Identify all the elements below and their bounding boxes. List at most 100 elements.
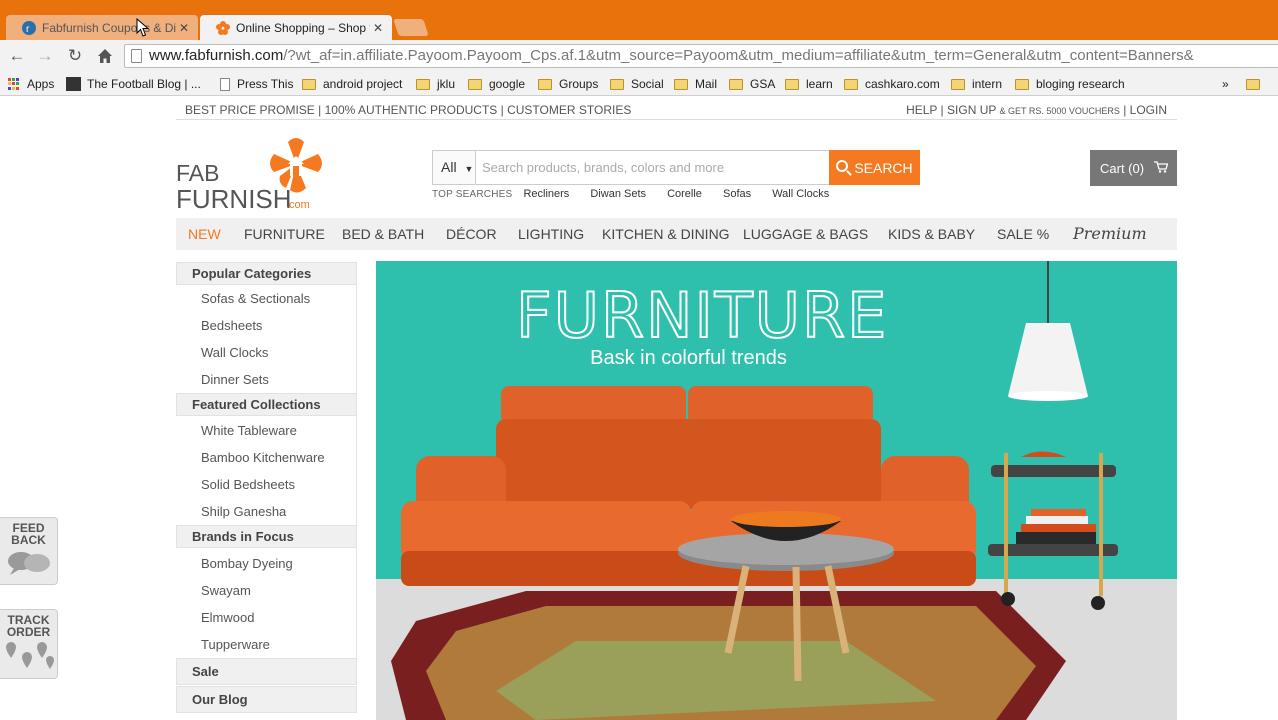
sidebar-link[interactable]: Bamboo Kitchenware — [201, 450, 325, 465]
tab-fabfurnish-coupons[interactable]: r Fabfurnish Coupons & Discount ✕ — [6, 15, 198, 40]
search-bar: All ▼ SEARCH — [432, 150, 920, 185]
map-pins-icon — [5, 642, 54, 669]
track-order-tab[interactable]: TRACK ORDER — [0, 609, 58, 679]
sidebar-heading-blog[interactable]: Our Blog — [176, 686, 357, 713]
nav-sale[interactable]: SALE % — [997, 226, 1049, 242]
folder-icon — [1246, 78, 1260, 90]
bookmark-gsa[interactable]: GSA — [729, 76, 775, 92]
nav-kitchen-dining[interactable]: KITCHEN & DINING — [602, 226, 730, 242]
nav-premium[interactable]: Premium — [1073, 224, 1147, 243]
caret-down-icon: ▼ — [464, 164, 474, 174]
sidebar-divider — [356, 548, 357, 658]
bookmark-intern[interactable]: intern — [951, 76, 1002, 92]
sidebar-heading-popular[interactable]: Popular Categories — [176, 262, 357, 285]
bookmark-google[interactable]: google — [468, 76, 525, 92]
bookmark-learn[interactable]: learn — [785, 76, 833, 92]
help-link[interactable]: HELP — [906, 103, 937, 117]
hero-banner[interactable]: FURNITURE Bask in colorful trends — [376, 261, 1177, 720]
cart-shelf — [991, 465, 1116, 477]
bookmark-label: bloging research — [1036, 77, 1125, 91]
bookmark-social[interactable]: Social — [610, 76, 664, 92]
bookmark-android-project[interactable]: android project — [302, 76, 402, 92]
mouse-cursor-icon — [136, 18, 150, 37]
top-search-link[interactable]: Sofas — [723, 188, 751, 200]
sidebar-heading-sale[interactable]: Sale — [176, 658, 357, 685]
bookmark-groups[interactable]: Groups — [538, 76, 598, 92]
sidebar-link[interactable]: Dinner Sets — [201, 372, 269, 387]
banner-illustration — [391, 261, 1118, 720]
bookmark-cashkaro[interactable]: cashkaro.com — [844, 76, 940, 92]
bookmark-mail[interactable]: Mail — [674, 76, 717, 92]
nav-new[interactable]: NEW — [188, 226, 221, 242]
promise-bar: BEST PRICE PROMISE | 100% AUTHENTIC PROD… — [176, 98, 1177, 120]
reload-icon[interactable]: ↻ — [64, 46, 86, 66]
nav-luggage-bags[interactable]: LUGGAGE & BAGS — [743, 226, 868, 242]
login-link[interactable]: LOGIN — [1130, 103, 1167, 117]
close-icon[interactable]: ✕ — [370, 21, 386, 35]
logo-text-fab: FAB — [176, 160, 220, 186]
sidebar-link[interactable]: Bedsheets — [201, 318, 262, 333]
nav-bed-bath[interactable]: BED & BATH — [342, 226, 424, 242]
back-arrow-icon[interactable]: ← — [6, 46, 28, 66]
tab-online-shopping[interactable]: Online Shopping – Shop for ✕ — [200, 15, 392, 40]
home-icon[interactable] — [94, 46, 116, 66]
nav-kids-baby[interactable]: KIDS & BABY — [888, 226, 975, 242]
sidebar-link[interactable]: Sofas & Sectionals — [201, 291, 310, 306]
top-search-link[interactable]: Recliners — [523, 188, 569, 200]
sidebar-link[interactable]: Tupperware — [201, 637, 270, 652]
bookmarks-overflow-button[interactable]: » — [1222, 76, 1229, 92]
lamp-shade — [1008, 323, 1088, 396]
bowl — [731, 511, 841, 527]
category-sidebar: Popular Categories Sofas & Sectionals Be… — [176, 262, 357, 720]
sidebar-link[interactable]: Solid Bedsheets — [201, 477, 295, 492]
sidebar-link[interactable]: Swayam — [201, 583, 251, 598]
url-path: /?wt_af=in.affiliate.Payoom.Payoom_Cps.a… — [283, 47, 1194, 64]
signup-link[interactable]: SIGN UP — [947, 103, 996, 117]
top-search-link[interactable]: Corelle — [667, 188, 702, 200]
search-input[interactable] — [476, 150, 830, 185]
sidebar-heading-featured[interactable]: Featured Collections — [176, 393, 357, 416]
sidebar-heading-brands[interactable]: Brands in Focus — [176, 525, 357, 548]
sidebar-link[interactable]: Elmwood — [201, 610, 254, 625]
bookmark-jklu[interactable]: jklu — [416, 76, 455, 92]
bookmark-bloging-research[interactable]: bloging research — [1015, 76, 1125, 92]
folder-icon — [302, 78, 316, 90]
logo-text-furnish: FURNISH — [176, 184, 292, 214]
bookmark-other[interactable] — [1246, 76, 1267, 92]
search-icon — [836, 159, 849, 172]
address-bar[interactable]: www.fabfurnish.com/?wt_af=in.affiliate.P… — [124, 44, 1278, 68]
folder-icon — [729, 78, 743, 90]
top-search-link[interactable]: Diwan Sets — [590, 188, 646, 200]
bookmark-football-blog[interactable]: The Football Blog | ... — [66, 76, 201, 92]
sofa-cushion — [688, 386, 873, 424]
top-search-link[interactable]: Wall Clocks — [772, 188, 829, 200]
nav-lighting[interactable]: LIGHTING — [518, 226, 584, 242]
fabfurnish-logo[interactable]: FAB FURNISH .com — [176, 136, 336, 214]
folder-icon — [674, 78, 688, 90]
book-stack — [1026, 516, 1088, 524]
folder-icon — [785, 78, 799, 90]
search-button-label: SEARCH — [854, 159, 913, 176]
fabfurnish-favicon-icon — [216, 20, 230, 35]
close-icon[interactable]: ✕ — [176, 21, 192, 35]
search-category-select[interactable]: All ▼ — [432, 150, 476, 185]
cart-button[interactable]: Cart (0) — [1090, 150, 1177, 186]
sidebar-link[interactable]: Shilp Ganesha — [201, 504, 286, 519]
folder-icon — [610, 78, 624, 90]
bookmark-apps[interactable]: Apps — [8, 76, 54, 92]
bookmark-press-this[interactable]: Press This — [220, 76, 293, 92]
url-host: www.fabfurnish.com — [149, 47, 284, 64]
nav-furniture[interactable]: FURNITURE — [244, 226, 325, 242]
sidebar-link[interactable]: White Tableware — [201, 423, 297, 438]
forward-arrow-icon[interactable]: → — [34, 46, 56, 66]
new-tab-button[interactable] — [393, 19, 429, 36]
bookmark-label: The Football Blog | ... — [87, 77, 201, 91]
sidebar-link[interactable]: Wall Clocks — [201, 345, 268, 360]
search-button[interactable]: SEARCH — [829, 150, 920, 185]
overflow-chevron-icon: » — [1222, 77, 1229, 91]
sidebar-divider — [356, 285, 357, 393]
nav-decor[interactable]: DÉCOR — [446, 226, 497, 242]
cart-wheel — [1091, 596, 1105, 610]
sidebar-link[interactable]: Bombay Dyeing — [201, 556, 293, 571]
feedback-tab[interactable]: FEED BACK — [0, 517, 58, 585]
